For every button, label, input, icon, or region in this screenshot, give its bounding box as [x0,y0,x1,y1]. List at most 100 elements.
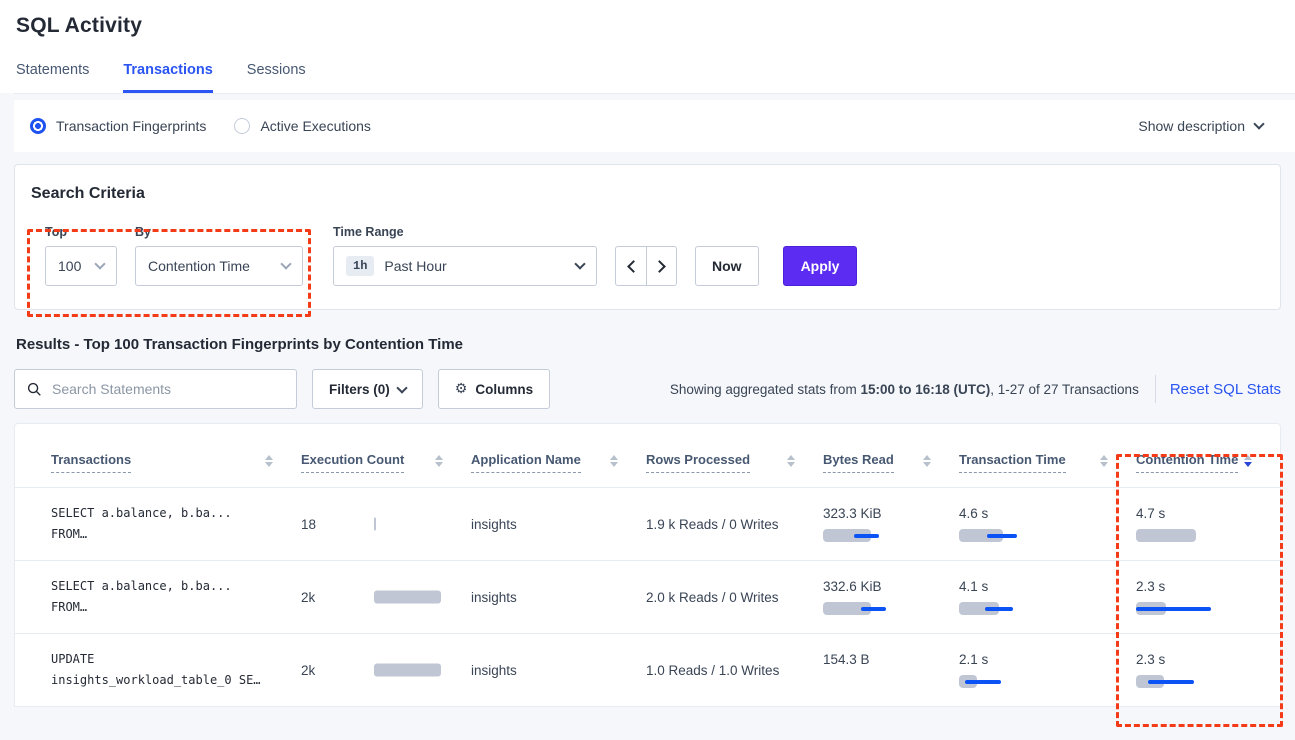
now-button[interactable]: Now [695,246,759,286]
top-select[interactable]: 100 [45,246,117,286]
toolbar-divider [1155,375,1156,403]
time-forward-button[interactable] [646,247,676,285]
radio-active-executions[interactable]: Active Executions [234,118,371,134]
stats-range: 15:00 to 16:18 (UTC) [860,382,990,397]
application-name-cell: insights [471,488,646,560]
stats-summary: Showing aggregated stats from 15:00 to 1… [670,382,1139,397]
column-header-rows-processed[interactable]: Rows Processed [646,452,823,487]
chevron-left-icon [627,260,640,273]
time-step-buttons [615,246,677,286]
column-header-execution-count[interactable]: Execution Count [301,452,471,487]
rows-processed-cell: 1.9 k Reads / 0 Writes [646,488,823,560]
chevron-down-icon [280,258,291,269]
columns-label: Columns [475,382,533,397]
chevron-down-icon [1253,118,1264,129]
header-divider [14,93,1295,94]
chevron-down-icon [574,258,585,269]
chevron-down-icon [94,258,105,269]
bytes-read-bar [823,602,943,615]
time-range-badge: 1h [346,256,374,276]
sort-icon [610,455,618,467]
bytes-read-bar [823,529,943,542]
columns-button[interactable]: ⚙ Columns [438,369,550,409]
radio-transaction-fingerprints[interactable]: Transaction Fingerprints [30,118,206,134]
results-heading: Results - Top 100 Transaction Fingerprin… [16,336,1281,353]
transaction-time-bar [959,675,1079,688]
search-statements-input[interactable] [52,381,284,397]
execution-count-bar [374,591,441,604]
contention-time-cell: 2.3 s [1136,634,1280,706]
time-range-label: Time Range [333,225,597,239]
search-icon [27,382,42,397]
rows-processed-cell: 2.0 k Reads / 0 Writes [646,561,823,633]
bytes-read-cell: 332.6 KiB [823,561,959,633]
table-row[interactable]: SELECT a.balance, b.ba... FROM… 18 insig… [15,487,1280,560]
tab-bar: Statements Transactions Sessions [16,62,1295,93]
by-select-value: Contention Time [148,258,250,274]
table-row[interactable]: UPDATE insights_workload_table_0 SE… 2k … [15,633,1280,706]
transaction-time-cell: 2.1 s [959,634,1136,706]
by-select[interactable]: Contention Time [135,246,303,286]
bytes-read-bar [823,675,943,688]
time-range-select[interactable]: 1h Past Hour [333,246,597,286]
gear-icon: ⚙ [455,381,468,397]
show-description-toggle[interactable]: Show description [1138,118,1263,134]
tab-statements[interactable]: Statements [16,62,89,93]
rows-processed-cell: 1.0 Reads / 1.0 Writes [646,634,823,706]
radio-unselected-icon [234,118,250,134]
transaction-time-bar [959,602,1079,615]
contention-time-cell: 4.7 s [1136,488,1280,560]
bar-track [1136,529,1196,542]
bar-line [1148,680,1194,684]
page-title: SQL Activity [16,14,1295,38]
column-header-bytes-read[interactable]: Bytes Read [823,452,959,487]
transaction-fingerprint-link[interactable]: UPDATE insights_workload_table_0 SE… [51,634,301,706]
tab-transactions[interactable]: Transactions [123,62,212,93]
stats-suffix: , 1-27 of 27 Transactions [990,382,1139,397]
top-select-value: 100 [58,258,81,274]
search-statements-box [14,369,297,409]
sort-icon [787,455,795,467]
by-label: By [135,225,303,239]
column-header-contention-time[interactable]: Contention Time [1136,452,1280,487]
radio-label: Transaction Fingerprints [56,118,206,134]
time-back-button[interactable] [616,247,646,285]
show-description-label: Show description [1138,118,1245,134]
bytes-read-cell: 154.3 B [823,634,959,706]
column-header-transactions[interactable]: Transactions [51,452,301,487]
results-toolbar: Filters (0) ⚙ Columns Showing aggregated… [14,369,1281,409]
bar-line [854,534,879,538]
bytes-read-cell: 323.3 KiB [823,488,959,560]
contention-time-bar [1136,675,1256,688]
sort-icon [435,455,443,467]
chevron-down-icon [396,382,407,393]
bar-line [985,607,1013,611]
filters-button[interactable]: Filters (0) [312,369,423,409]
sort-icon [265,455,273,467]
contention-time-cell: 2.3 s [1136,561,1280,633]
reset-sql-stats-link[interactable]: Reset SQL Stats [1170,381,1281,398]
chevron-right-icon [653,260,666,273]
table-row[interactable]: SELECT a.balance, b.ba... FROM… 2k insig… [15,560,1280,633]
bar-line [987,534,1017,538]
bar-line [965,680,1001,684]
transaction-time-cell: 4.1 s [959,561,1136,633]
transactions-table: Transactions Execution Count Application… [14,423,1281,707]
radio-label: Active Executions [260,118,371,134]
column-header-application-name[interactable]: Application Name [471,452,646,487]
apply-button[interactable]: Apply [783,246,858,286]
search-criteria-heading: Search Criteria [31,185,1260,203]
table-header-row: Transactions Execution Count Application… [15,424,1280,487]
transaction-fingerprint-link[interactable]: SELECT a.balance, b.ba... FROM… [51,561,301,633]
sort-icon-active-desc [1244,455,1252,467]
sort-icon [923,455,931,467]
transaction-fingerprint-link[interactable]: SELECT a.balance, b.ba... FROM… [51,488,301,560]
transaction-time-bar [959,529,1079,542]
application-name-cell: insights [471,634,646,706]
view-toggle-bar: Transaction Fingerprints Active Executio… [14,100,1295,152]
tab-sessions[interactable]: Sessions [247,62,306,93]
page-header: SQL Activity Statements Transactions Ses… [0,0,1295,93]
execution-count-bar [374,664,441,677]
execution-count-cell: 2k [301,634,471,706]
column-header-transaction-time[interactable]: Transaction Time [959,452,1136,487]
